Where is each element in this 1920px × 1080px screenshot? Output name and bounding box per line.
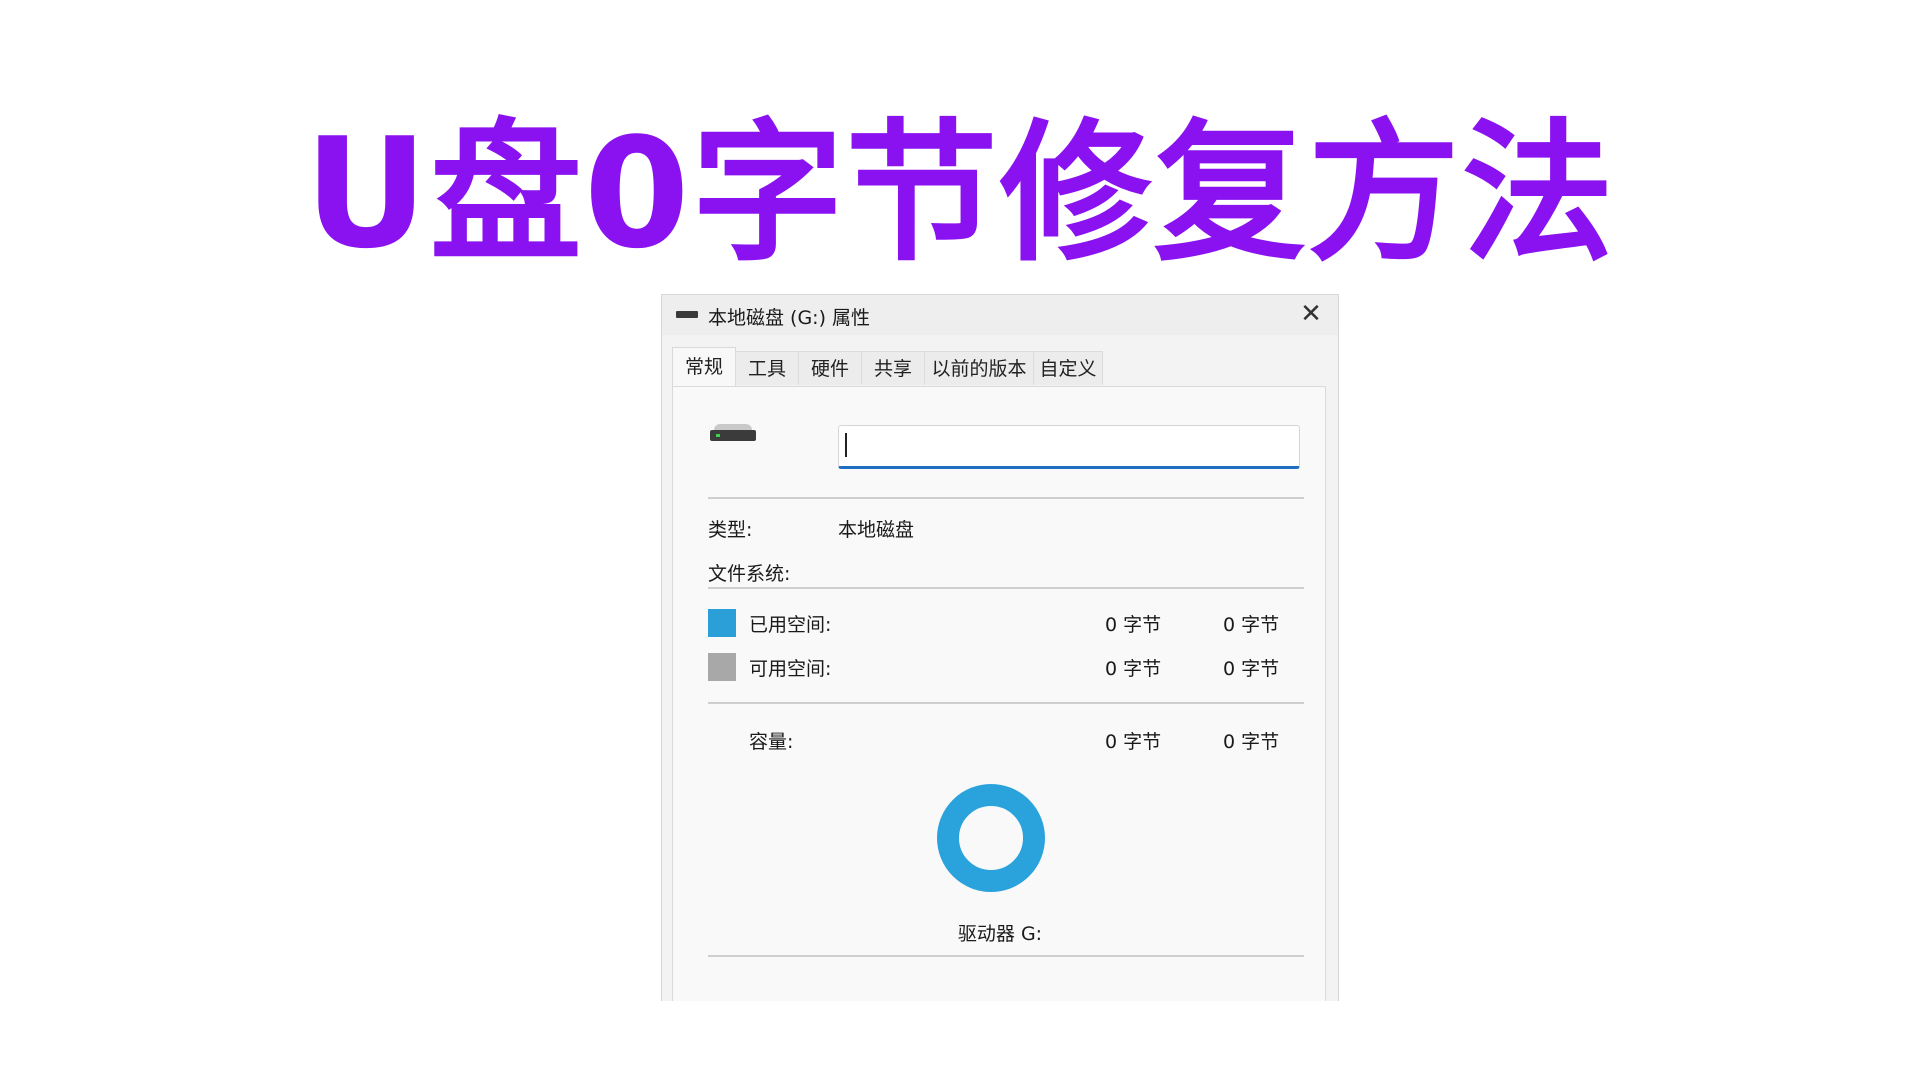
divider bbox=[708, 702, 1304, 704]
properties-dialog: 本地磁盘 (G:) 属性 ✕ 常规 工具 硬件 共享 以前的版本 自定义 类型:… bbox=[661, 294, 1339, 1001]
type-label: 类型: bbox=[708, 519, 753, 541]
tab-previous-versions[interactable]: 以前的版本 bbox=[924, 351, 1034, 385]
free-space-bytes: 0 字节 bbox=[1105, 658, 1162, 680]
divider bbox=[708, 497, 1304, 499]
used-space-size: 0 字节 bbox=[1223, 614, 1280, 636]
divider bbox=[708, 955, 1304, 957]
title-bar: 本地磁盘 (G:) 属性 ✕ bbox=[662, 295, 1338, 335]
text-caret bbox=[845, 433, 847, 457]
volume-name-input[interactable] bbox=[838, 425, 1300, 469]
dialog-title: 本地磁盘 (G:) 属性 bbox=[708, 307, 871, 329]
tab-hardware[interactable]: 硬件 bbox=[798, 351, 862, 385]
general-panel: 类型: 本地磁盘 文件系统: 已用空间: 0 字节 0 字节 可用空间: 0 字… bbox=[672, 386, 1326, 1001]
capacity-label: 容量: bbox=[749, 731, 794, 753]
drive-label: 驱动器 G: bbox=[957, 923, 1043, 945]
tab-tools[interactable]: 工具 bbox=[735, 351, 799, 385]
close-icon: ✕ bbox=[1300, 299, 1322, 329]
hard-drive-icon bbox=[710, 424, 756, 441]
divider bbox=[708, 587, 1304, 589]
used-space-label: 已用空间: bbox=[749, 614, 832, 636]
usage-ring-chart bbox=[937, 784, 1045, 892]
tab-sharing[interactable]: 共享 bbox=[861, 351, 925, 385]
used-space-swatch bbox=[708, 609, 736, 637]
usage-ring bbox=[937, 784, 1045, 892]
page-headline: U盘0字节修复方法 bbox=[304, 105, 1616, 282]
filesystem-label: 文件系统: bbox=[708, 563, 791, 585]
tab-customize[interactable]: 自定义 bbox=[1033, 351, 1103, 385]
capacity-bytes: 0 字节 bbox=[1105, 731, 1162, 753]
tab-strip: 常规 工具 硬件 共享 以前的版本 自定义 bbox=[672, 347, 1332, 387]
used-space-bytes: 0 字节 bbox=[1105, 614, 1162, 636]
free-space-size: 0 字节 bbox=[1223, 658, 1280, 680]
tab-general[interactable]: 常规 bbox=[672, 347, 736, 387]
free-space-label: 可用空间: bbox=[749, 658, 832, 680]
type-value: 本地磁盘 bbox=[838, 519, 915, 541]
drive-icon bbox=[676, 311, 698, 318]
close-button[interactable]: ✕ bbox=[1296, 299, 1326, 329]
capacity-size: 0 字节 bbox=[1223, 731, 1280, 753]
free-space-swatch bbox=[708, 653, 736, 681]
